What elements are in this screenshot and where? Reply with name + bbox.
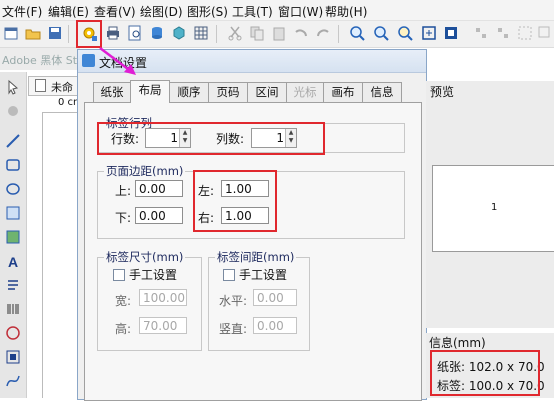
info-title: 信息(mm) [429, 336, 486, 350]
highlight-left-right-margins [193, 170, 277, 232]
horizontal-spacing-input: 0.00 [253, 289, 297, 306]
rectangle-tool-icon[interactable] [4, 156, 22, 174]
open-folder-icon[interactable] [24, 24, 42, 42]
tab-order[interactable]: 顺序 [169, 82, 209, 102]
fit-width-icon[interactable] [442, 24, 460, 42]
menu-file[interactable]: 文件(F) [2, 3, 42, 20]
menu-bar: 文件(F) 编辑(E) 查看(V) 绘图(D) 图形(S) 工具(T) 窗口(W… [0, 0, 554, 21]
label-size-manual-label: 手工设置 [129, 268, 178, 282]
ellipse-tool-icon[interactable] [4, 180, 22, 198]
new-document-icon[interactable] [2, 24, 20, 42]
text-tool-icon[interactable]: A [4, 252, 22, 270]
fit-page-icon[interactable] [420, 24, 438, 42]
image-tool-icon[interactable] [4, 228, 22, 246]
menu-window[interactable]: 窗口(W) [278, 3, 323, 20]
app-icon [82, 54, 95, 67]
picture-tool-icon[interactable] [4, 204, 22, 222]
group-icon[interactable] [516, 24, 534, 42]
menu-shape[interactable]: 图形(S) [187, 3, 228, 20]
tab-cursor: 光标 [286, 82, 324, 102]
preview-page: 1 [432, 165, 554, 252]
menu-tools[interactable]: 工具(T) [232, 3, 273, 20]
horizontal-spacing-label: 水平: [219, 294, 248, 308]
zoom-in-icon[interactable] [348, 24, 366, 42]
label-size-legend: 标签尺寸(mm) [106, 250, 184, 264]
margins-legend: 页面边距(mm) [106, 164, 184, 178]
copy-icon[interactable] [248, 24, 266, 42]
ungroup-icon[interactable] [536, 24, 554, 42]
width-label: 宽: [115, 294, 132, 308]
menu-help[interactable]: 帮助(H) [325, 3, 367, 20]
vertical-spacing-input: 0.00 [253, 317, 297, 334]
line-tool-icon[interactable] [4, 132, 22, 150]
zoom-actual-icon[interactable] [396, 24, 414, 42]
label-spacing-legend: 标签间距(mm) [217, 250, 295, 264]
highlight-settings-button [76, 20, 102, 48]
data-source-icon[interactable] [170, 24, 188, 42]
height-label: 高: [115, 322, 132, 336]
document-icon [35, 79, 46, 92]
highlight-rows-cols [97, 122, 325, 155]
svg-text:A: A [8, 254, 18, 270]
tab-page-number[interactable]: 页码 [208, 82, 248, 102]
cut-icon[interactable] [226, 24, 244, 42]
redo-icon[interactable] [314, 24, 332, 42]
preview-title: 预览 [430, 85, 455, 99]
label-spacing-manual-label: 手工设置 [239, 268, 288, 282]
tab-strip: 纸张 布局 顺序 页码 区间 光标 画布 信息 [78, 80, 426, 103]
paste-icon[interactable] [270, 24, 288, 42]
dialog-title: 文档设置 [99, 56, 148, 70]
label-spacing-manual-checkbox[interactable] [223, 269, 235, 281]
distribute-icon[interactable] [494, 24, 512, 42]
menu-draw[interactable]: 绘图(D) [140, 3, 183, 20]
save-icon[interactable] [46, 24, 64, 42]
pan-tool-icon[interactable] [4, 102, 22, 120]
qrcode-tool-icon[interactable] [4, 348, 22, 366]
vertical-spacing-label: 竖直: [219, 322, 248, 336]
database-icon[interactable] [148, 24, 166, 42]
margin-bottom-input[interactable]: 0.00 [135, 207, 183, 224]
tab-paper[interactable]: 纸张 [93, 82, 131, 102]
menu-edit[interactable]: 编辑(E) [48, 3, 89, 20]
tab-canvas[interactable]: 画布 [323, 82, 363, 102]
label-width-input: 100.00 [139, 289, 187, 306]
tab-range[interactable]: 区间 [247, 82, 287, 102]
label-size-manual-checkbox[interactable] [113, 269, 125, 281]
menu-view[interactable]: 查看(V) [94, 3, 136, 20]
margin-bottom-label: 下: [115, 211, 132, 225]
print-icon[interactable] [104, 24, 122, 42]
preview-page-number: 1 [491, 202, 498, 213]
align-icon[interactable] [472, 24, 490, 42]
select-tool-icon[interactable] [4, 78, 22, 96]
margin-top-label: 上: [115, 184, 132, 198]
undo-icon[interactable] [292, 24, 310, 42]
margin-top-input[interactable]: 0.00 [135, 180, 183, 197]
label-height-input: 70.00 [139, 317, 187, 334]
tab-info[interactable]: 信息 [362, 82, 402, 102]
vertical-ruler [28, 112, 43, 398]
tools-panel: A [0, 72, 27, 398]
highlight-info [430, 350, 540, 396]
rich-text-tool-icon[interactable] [4, 276, 22, 294]
tab-layout[interactable]: 布局 [130, 80, 170, 103]
dialog-titlebar[interactable]: 文档设置 [78, 50, 426, 73]
grid-icon[interactable] [192, 24, 210, 42]
curve-tool-icon[interactable] [4, 372, 22, 390]
zoom-out-icon[interactable] [372, 24, 390, 42]
font-selector[interactable]: Adobe 黑体 St [0, 48, 80, 70]
barcode-tool-icon[interactable] [4, 300, 22, 318]
print-preview-icon[interactable] [126, 24, 144, 42]
stamp-tool-icon[interactable] [4, 324, 22, 342]
